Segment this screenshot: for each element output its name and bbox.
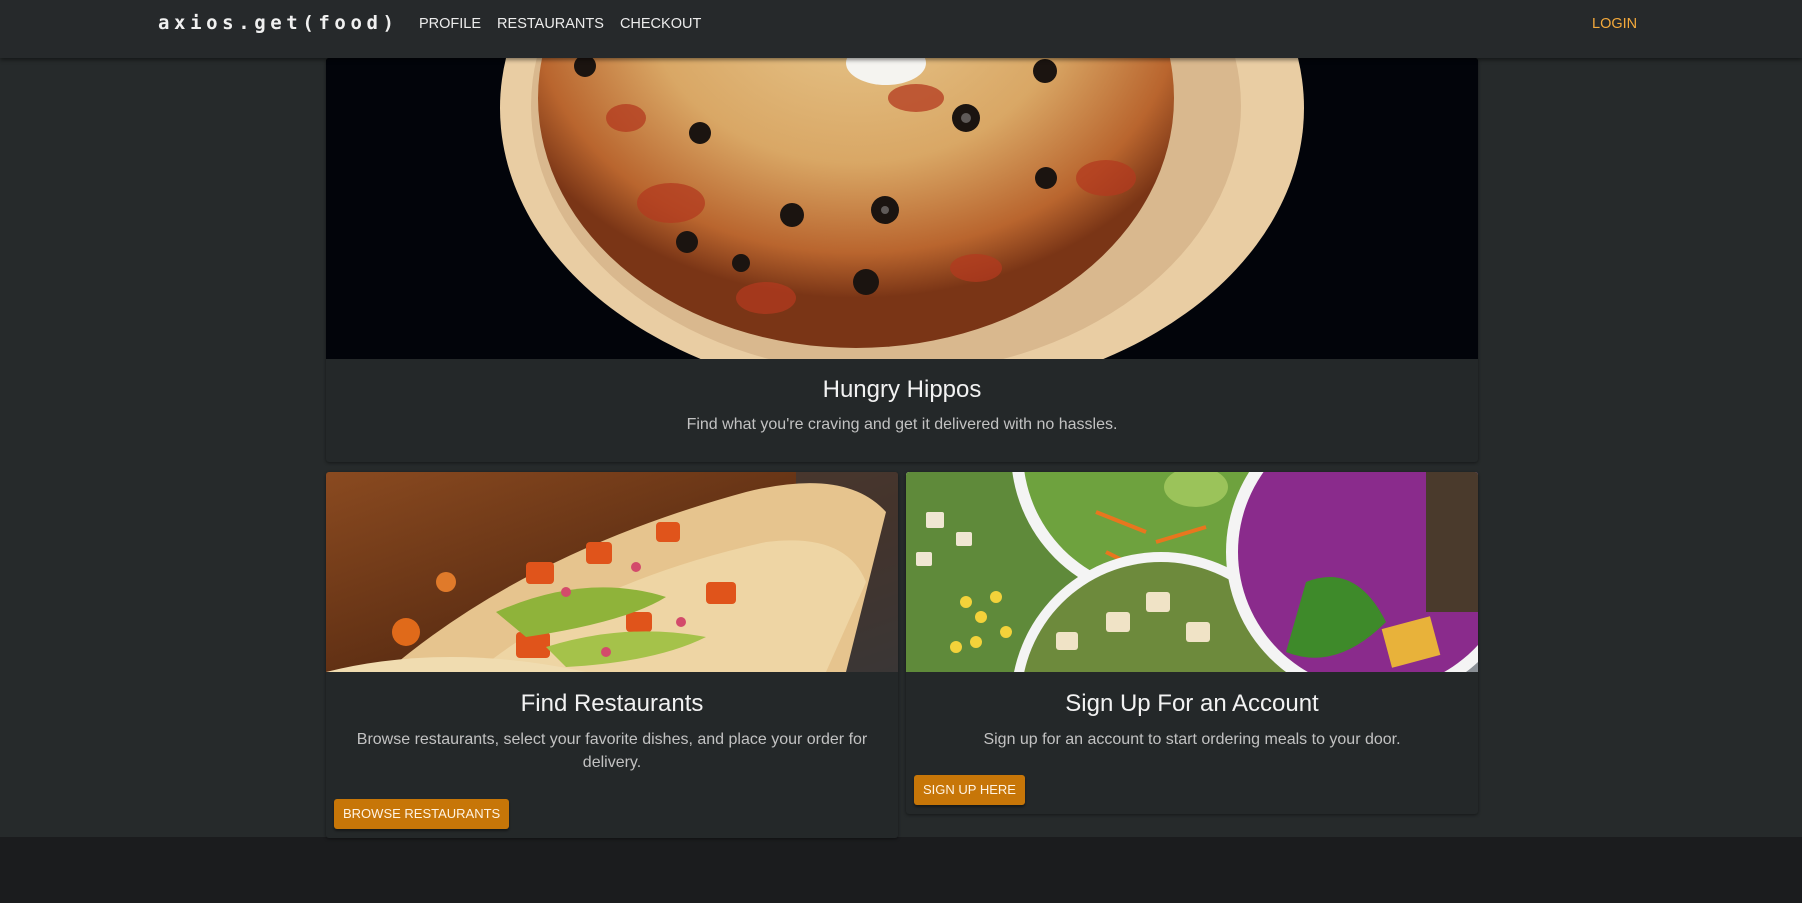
nav-link-profile[interactable]: PROFILE xyxy=(419,16,481,32)
nav-links: PROFILE RESTAURANTS CHECKOUT xyxy=(419,16,717,32)
tacos-image xyxy=(326,472,898,672)
hero-title: Hungry Hippos xyxy=(822,376,982,403)
salad-bowls-image xyxy=(906,472,1478,672)
browse-restaurants-button[interactable]: BROWSE RESTAURANTS xyxy=(334,799,510,829)
hero-card: Hungry Hippos Find what you're craving a… xyxy=(326,58,1478,462)
find-restaurants-text: Browse restaurants, select your favorite… xyxy=(356,731,868,771)
sign-up-button[interactable]: SIGN UP HERE xyxy=(914,775,1025,805)
brand-logo[interactable]: axios.get(food) xyxy=(158,12,399,34)
sign-up-text: Sign up for an account to start ordering… xyxy=(983,731,1401,748)
nav-link-restaurants[interactable]: RESTAURANTS xyxy=(497,16,604,32)
pizza-image xyxy=(326,58,1478,359)
find-restaurants-card: Find Restaurants Browse restaurants, sel… xyxy=(326,472,898,838)
top-navbar: axios.get(food) PROFILE RESTAURANTS CHEC… xyxy=(0,0,1802,58)
find-restaurants-title: Find Restaurants xyxy=(520,690,704,717)
hero-subtitle: Find what you're craving and get it deli… xyxy=(686,416,1118,433)
sign-up-title: Sign Up For an Account xyxy=(1065,690,1319,717)
login-link[interactable]: LOGIN xyxy=(1592,16,1637,32)
nav-link-checkout[interactable]: CHECKOUT xyxy=(620,16,701,32)
sign-up-card: Sign Up For an Account Sign up for an ac… xyxy=(906,472,1478,814)
